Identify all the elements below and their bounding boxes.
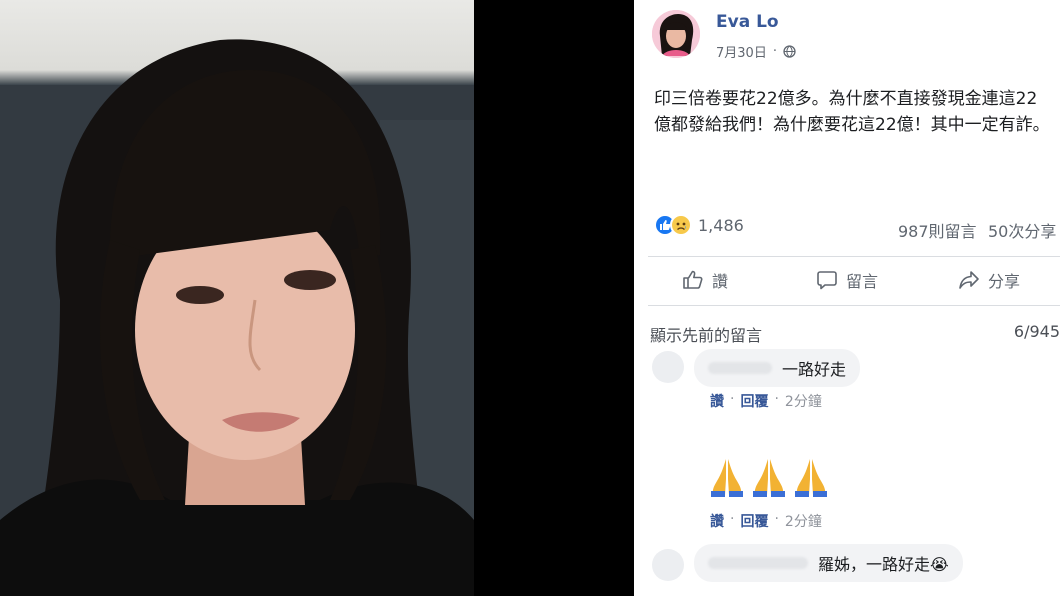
comment-actions: 讚 · 回覆 · 2分鐘 — [710, 391, 822, 411]
comment-label: 留言 — [845, 272, 878, 291]
comment-time[interactable]: 2分鐘 — [785, 511, 822, 531]
comments-count[interactable]: 987則留言 — [898, 218, 977, 242]
post-actions-bar: 讚 留言 分享 — [634, 258, 1060, 302]
post-body: 印三倍卷要花22億多。為什麼不直接發現金連這22億都發給我們！為什麼要花這22億… — [654, 89, 1050, 135]
share-label: 分享 — [987, 272, 1020, 291]
speech-bubble-icon — [817, 271, 837, 290]
folded-hands-icon — [795, 459, 827, 497]
comment-text: 一路好走 — [782, 360, 847, 379]
comment-text: 羅姊，一路好走😭 — [818, 555, 949, 574]
comment-bubble: 羅姊，一路好走😭 — [694, 544, 963, 582]
portrait-image — [0, 39, 474, 596]
comment-time[interactable]: 2分鐘 — [785, 391, 822, 411]
sad-reaction-icon — [670, 214, 692, 236]
like-button[interactable]: 讚 — [634, 258, 776, 302]
folded-hands-icon — [711, 459, 743, 497]
shares-count[interactable]: 50次分享 — [988, 218, 1056, 242]
commenter-avatar[interactable] — [652, 459, 684, 491]
post-panel: Eva Lo 7月30日 · 印三倍卷要花22億多。為什麼不直接發現金連這22億… — [634, 0, 1060, 596]
comments-section: 顯示先前的留言 6/945 一路好走 讚 · 回覆 · 2分鐘 🙏🙏🙏 讚 · … — [634, 309, 1060, 596]
divider — [648, 256, 1060, 257]
comment-actions: 讚 · 回覆 · 2分鐘 — [710, 511, 822, 531]
author-avatar[interactable] — [652, 10, 700, 58]
author-name[interactable]: Eva Lo — [716, 12, 779, 32]
globe-icon — [783, 45, 796, 58]
comment-like-link[interactable]: 讚 — [710, 391, 724, 411]
share-arrow-icon — [959, 271, 979, 289]
commenter-avatar[interactable] — [652, 549, 684, 581]
comment-reply-link[interactable]: 回覆 — [740, 391, 768, 411]
like-label: 讚 — [711, 272, 728, 291]
share-button[interactable]: 分享 — [918, 258, 1060, 302]
commenter-avatar[interactable] — [652, 351, 684, 383]
folded-hands-icon — [753, 459, 785, 497]
lightbox-gap — [474, 0, 634, 596]
comment-button[interactable]: 留言 — [776, 258, 918, 302]
comment-bubble: 一路好走 — [694, 349, 861, 387]
post-meta: 7月30日 · — [716, 42, 796, 61]
commenter-name-blurred — [708, 362, 772, 374]
post-date[interactable]: 7月30日 — [716, 42, 767, 61]
show-previous-comments-link[interactable]: 顯示先前的留言 — [650, 322, 762, 346]
thumbs-up-icon — [683, 270, 703, 289]
post-photo[interactable] — [0, 0, 474, 596]
comment-emoji: 🙏🙏🙏 — [710, 457, 828, 497]
commenter-name-blurred — [708, 557, 808, 569]
reaction-count: 1,486 — [698, 215, 744, 235]
divider — [648, 305, 1060, 306]
comment-counter: 6/945 — [1013, 322, 1060, 341]
comment-reply-link[interactable]: 回覆 — [740, 511, 768, 531]
reactions-summary[interactable]: 1,486 — [654, 214, 744, 236]
comment-like-link[interactable]: 讚 — [710, 511, 724, 531]
